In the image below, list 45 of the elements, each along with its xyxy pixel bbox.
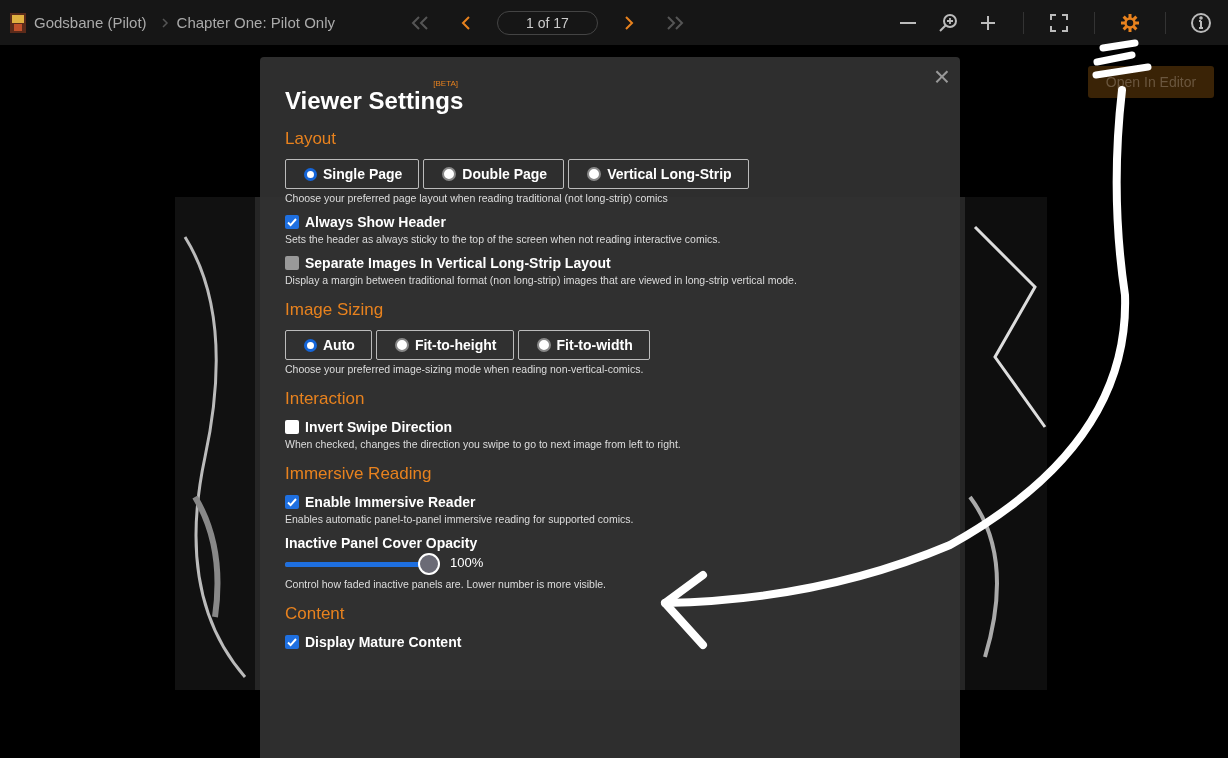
- section-heading: Immersive Reading: [285, 464, 433, 484]
- option-button[interactable]: Vertical Long-Strip: [568, 159, 749, 189]
- setting-description: When checked, changes the direction you swipe to go to next image from left to right.: [285, 438, 682, 450]
- section-heading: Image Sizing: [285, 300, 385, 320]
- info-icon: [1190, 11, 1212, 34]
- slider-label: Inactive Panel Cover Opacity: [285, 535, 479, 551]
- scribble-mark: [1092, 39, 1152, 79]
- slider-thumb[interactable]: [418, 553, 440, 575]
- option-button[interactable]: Single Page: [285, 159, 420, 189]
- option-button[interactable]: Fit-to-width: [517, 330, 650, 360]
- setting-description: Display a margin between traditional format (non long-strip) images that are viewed in long-strip vertical mode.: [285, 274, 798, 286]
- minus-icon: [897, 21, 919, 24]
- comic-cover-icon[interactable]: [10, 12, 26, 33]
- double-chevron-icon: [409, 13, 431, 32]
- checkbox-label: Separate Images In Vertical Long-Strip Layout: [305, 255, 611, 271]
- fullscreen-icon: [1048, 11, 1070, 34]
- checkbox[interactable]: [285, 495, 299, 509]
- setting-description: Enables automatic panel-to-panel immersive reading for supported comics.: [285, 513, 635, 525]
- option-button[interactable]: Auto: [285, 330, 372, 360]
- checkbox-label: Enable Immersive Reader: [305, 494, 476, 510]
- section-heading: Content: [285, 604, 346, 624]
- checkbox[interactable]: [285, 420, 299, 434]
- setting-description: Sets the header as always sticky to the top of the screen when not reading interactive comics.: [285, 233, 722, 245]
- series-link[interactable]: Godsbane (Pilot): [34, 14, 147, 31]
- close-button[interactable]: ×: [933, 61, 950, 93]
- checkbox[interactable]: [285, 215, 299, 229]
- gear-icon: [1119, 11, 1141, 34]
- checkbox-label: Display Mature Content: [305, 634, 462, 650]
- chevron-icon: [160, 16, 169, 29]
- section-heading: Interaction: [285, 389, 366, 409]
- setting-description: Choose your preferred image-sizing mode when reading non-vertical-comics.: [285, 363, 645, 375]
- slider-value: 100%: [450, 554, 484, 570]
- section-heading: Layout: [285, 129, 338, 149]
- dialog-title: Viewer Settings: [285, 87, 464, 115]
- option-button[interactable]: Fit-to-height: [375, 330, 514, 360]
- checkbox-label: Invert Swipe Direction: [305, 419, 453, 435]
- checkbox[interactable]: [285, 635, 299, 649]
- chapter-title: Chapter One: Pilot Only: [176, 14, 335, 31]
- magnifier-icon: [937, 11, 959, 34]
- beta-label: [BETA]: [433, 79, 459, 88]
- checkbox-label: Always Show Header: [305, 214, 446, 230]
- setting-description: Control how faded inactive panels are. Lower number is more visible.: [285, 578, 607, 590]
- setting-description: Choose your preferred page layout when reading traditional (not long-strip) comics: [285, 192, 669, 204]
- opacity-slider[interactable]: [285, 553, 440, 575]
- option-button[interactable]: Double Page: [423, 159, 565, 189]
